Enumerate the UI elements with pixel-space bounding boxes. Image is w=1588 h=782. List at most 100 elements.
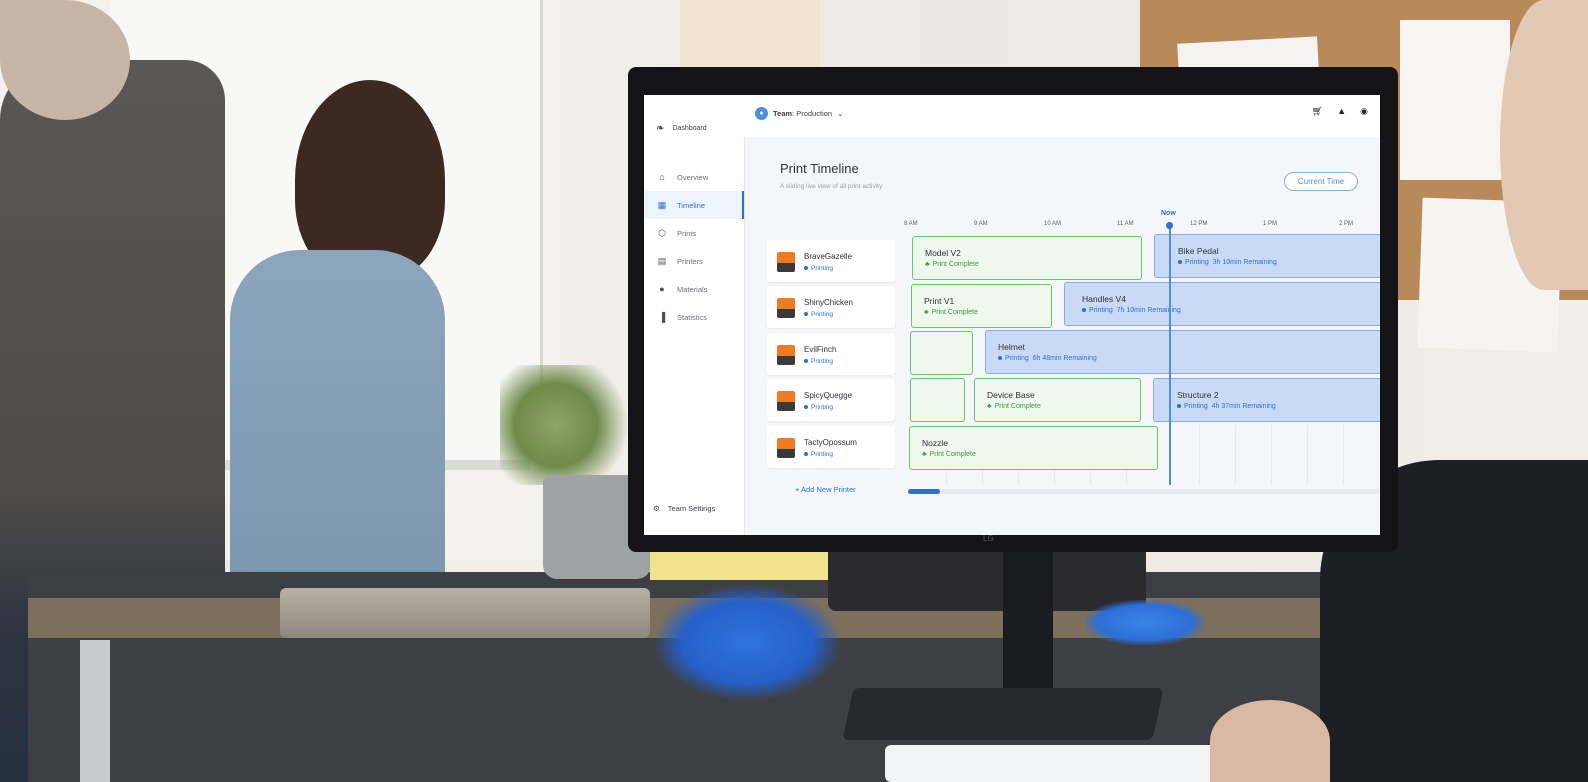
top-bar: ● Team: Production ⌄ 🛒︎ ▲ ◉	[744, 95, 1380, 137]
home-icon: ⌂	[659, 172, 665, 182]
sidebar-item-overview[interactable]: ⌂ Overview	[644, 163, 744, 191]
page-subtitle: A sliding live view of all print activit…	[780, 183, 883, 190]
team-avatar-icon: ●	[755, 107, 768, 120]
monitor-base	[842, 688, 1164, 740]
print-job-bar-empty[interactable]	[910, 331, 973, 375]
timeline-scrollbar[interactable]	[908, 489, 1380, 494]
job-name: Handles V4	[1082, 294, 1126, 304]
job-name: Structure 2	[1177, 390, 1219, 400]
scrollbar-thumb[interactable]	[908, 489, 940, 494]
leaf-icon: ♣	[987, 403, 992, 410]
bell-icon[interactable]: ▲	[1337, 106, 1346, 117]
chevron-down-icon: ⌄	[837, 109, 844, 118]
printer-card[interactable]: EvilFinch Printing	[767, 333, 895, 375]
user-icon[interactable]: ◉	[1360, 106, 1368, 117]
printer-card[interactable]: TactyOpossum Printing	[767, 426, 895, 468]
monitor-stand	[1003, 545, 1053, 705]
app-logo[interactable]: ❧ Dashboard	[656, 123, 707, 134]
sidebar-item-timeline[interactable]: ▦ Timeline	[644, 191, 744, 219]
printer-card[interactable]: BraveGazelle Printing	[767, 240, 895, 282]
print-job-bar[interactable]: Helmet Printing 6h 48min Remaining	[985, 330, 1380, 374]
hour-label: 2 PM	[1339, 221, 1354, 227]
job-status: Printing 7h 10min Remaining	[1082, 307, 1181, 314]
hour-label: 11 AM	[1117, 221, 1134, 227]
sidebar-nav: ⌂ Overview ▦ Timeline ⬡ Prints ▤ Printer…	[644, 163, 744, 331]
hour-label: 8 AM	[904, 221, 918, 227]
printer-name: EvilFinch	[804, 345, 837, 354]
printer-thumbnail	[777, 391, 795, 411]
print-job-bar[interactable]: Structure 2 Printing 4h 37min Remaining	[1153, 378, 1380, 422]
butterfly-logo-icon: ❧	[656, 123, 665, 134]
printer-card[interactable]: ShinyChicken Printing	[767, 286, 895, 328]
grid-line	[1307, 425, 1308, 485]
hour-label: 10 AM	[1044, 221, 1062, 227]
now-label: Now	[1161, 210, 1176, 217]
print-job-bar[interactable]: Nozzle ♣ Print Complete	[909, 426, 1158, 470]
hour-label: 12 PM	[1190, 221, 1208, 227]
print-job-bar[interactable]: Print V1 ♣ Print Complete	[911, 284, 1052, 328]
top-icons: 🛒︎ ▲ ◉	[1312, 106, 1368, 117]
sidebar-item-prints[interactable]: ⬡ Prints	[644, 219, 744, 247]
sidebar-item-statistics[interactable]: ▐ Statistics	[644, 303, 744, 331]
person-face	[1500, 0, 1588, 290]
grid-line	[1235, 425, 1236, 485]
leaf-icon: ♣	[925, 261, 930, 268]
job-status: ♣ Print Complete	[924, 309, 978, 316]
now-marker-line	[1169, 225, 1171, 485]
calendar-icon: ▦	[657, 199, 667, 210]
job-status: Printing 3h 10min Remaining	[1178, 259, 1277, 266]
team-selector[interactable]: ● Team: Production ⌄	[755, 107, 843, 120]
person-head	[0, 0, 130, 120]
plant	[500, 365, 640, 485]
pinned-paper	[1400, 20, 1510, 180]
desk-leg	[80, 640, 110, 782]
job-name: Model V2	[925, 248, 961, 258]
job-name: Device Base	[987, 390, 1035, 400]
team-settings-link[interactable]: ⚙ Team Settings	[653, 504, 715, 513]
hour-label: 1 PM	[1263, 221, 1278, 227]
printer-name: ShinyChicken	[804, 298, 853, 307]
sidebar-item-label: Timeline	[677, 200, 706, 210]
job-status: ♣ Print Complete	[987, 403, 1041, 410]
print-job-bar[interactable]: Handles V4 Printing 7h 10min Remaining	[1064, 282, 1380, 326]
gear-icon: ⚙	[653, 504, 660, 513]
sidebar-item-label: Prints	[677, 228, 697, 238]
app-screen: ❧ Dashboard ⌂ Overview ▦ Timeline ⬡ Prin…	[644, 95, 1380, 535]
current-time-button[interactable]: Current Time	[1284, 172, 1358, 191]
keyboard	[885, 745, 1215, 782]
print-job-bar[interactable]: Device Base ♣ Print Complete	[974, 378, 1141, 422]
printer-thumbnail	[777, 438, 795, 458]
print-job-bar-empty[interactable]	[910, 378, 965, 422]
cart-icon[interactable]: 🛒︎	[1312, 106, 1323, 117]
printed-part	[1085, 600, 1205, 645]
grid-line	[1343, 425, 1344, 485]
job-name: Helmet	[998, 342, 1025, 352]
team-label: Team: Production	[773, 109, 833, 118]
hour-label: 9 AM	[974, 221, 988, 227]
print-job-bar[interactable]: Bike Pedal Printing 3h 10min Remaining	[1154, 234, 1380, 278]
sidebar-item-label: Printers	[677, 256, 703, 266]
sidebar: ❧ Dashboard ⌂ Overview ▦ Timeline ⬡ Prin…	[644, 95, 745, 535]
job-name: Print V1	[924, 296, 955, 306]
job-name: Bike Pedal	[1178, 246, 1219, 256]
printer-thumbnail	[777, 252, 795, 272]
printer-card[interactable]: SpicyQuegge Printing	[767, 379, 895, 421]
notebook	[650, 548, 840, 580]
sidebar-item-label: Materials	[677, 284, 708, 294]
printer-status: Printing	[804, 358, 833, 365]
sidebar-item-materials[interactable]: ● Materials	[644, 275, 744, 303]
printer-status: Printing	[804, 265, 833, 272]
job-status: ♣ Print Complete	[922, 451, 976, 458]
printer-name: SpicyQuegge	[804, 391, 853, 400]
add-printer-button[interactable]: + Add New Printer	[795, 485, 856, 494]
logo-label: Dashboard	[672, 125, 707, 132]
printed-gripper-part	[655, 585, 840, 700]
job-name: Nozzle	[922, 438, 948, 448]
print-job-bar[interactable]: Model V2 ♣ Print Complete	[912, 236, 1142, 280]
grid-line	[1271, 425, 1272, 485]
job-status: Printing 4h 37min Remaining	[1177, 403, 1276, 410]
job-status: ♣ Print Complete	[925, 261, 979, 268]
printer-name: BraveGazelle	[804, 252, 853, 261]
printer-icon: ▤	[657, 255, 667, 266]
sidebar-item-printers[interactable]: ▤ Printers	[644, 247, 744, 275]
